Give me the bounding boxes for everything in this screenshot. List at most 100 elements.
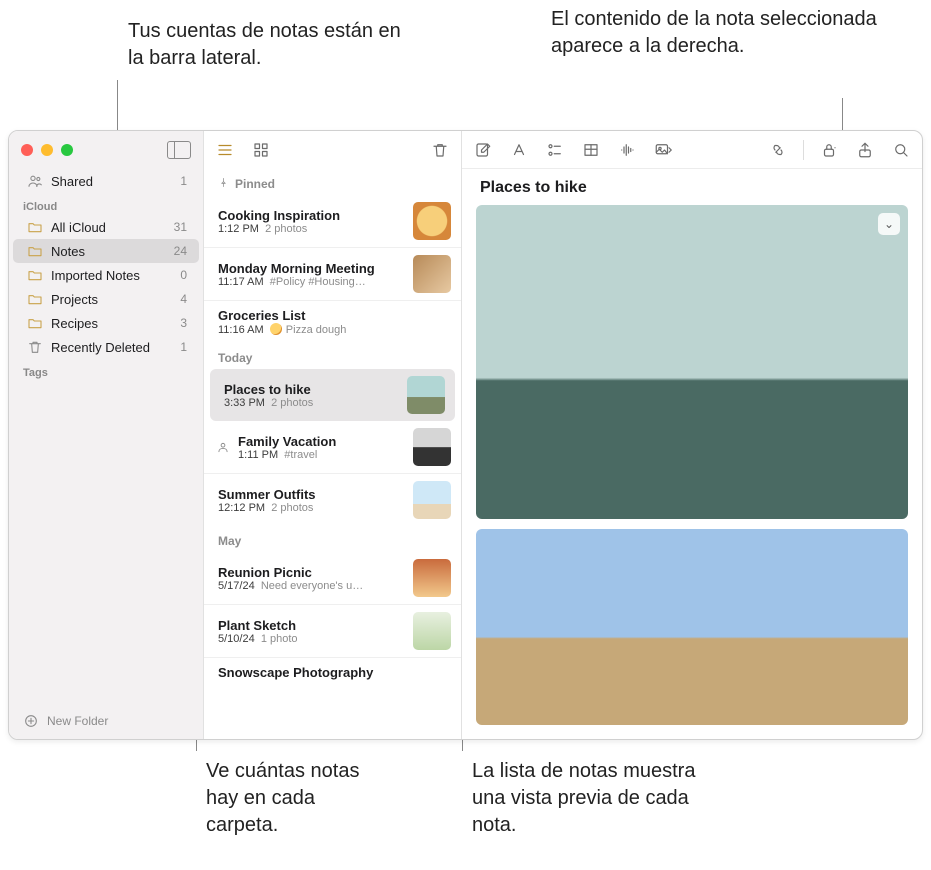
sidebar-section-tags: Tags [9,359,203,381]
close-button[interactable] [21,144,33,156]
note-subtitle: 11:16 AM Pizza dough [218,323,451,336]
note-thumbnail [413,255,451,293]
plus-circle-icon [23,713,39,729]
sidebar-item-recipes[interactable]: Recipes 3 [13,311,199,335]
window-controls [21,144,73,156]
list-view-button[interactable] [214,139,236,161]
note-row[interactable]: Groceries List 11:16 AM Pizza dough [204,301,461,343]
sidebar-shared[interactable]: Shared 1 [13,169,199,193]
sidebar-item-label: All iCloud [51,220,106,235]
new-folder-button[interactable]: New Folder [9,703,203,739]
folder-icon [27,219,43,235]
minimize-button[interactable] [41,144,53,156]
list-section-may: May [204,526,461,552]
note-thumbnail [413,559,451,597]
note-title: Places to hike [224,382,399,397]
note-thumbnail [413,428,451,466]
list-toolbar [204,131,461,169]
sidebar-item-count: 4 [180,292,187,306]
note-row[interactable]: Monday Morning Meeting 11:17 AM #Policy … [204,248,461,301]
list-section-today: Today [204,343,461,369]
content-toolbar [462,131,922,169]
sidebar-section-icloud: iCloud [9,193,203,215]
note-body[interactable]: ⌄ [462,205,922,739]
sidebar-item-label: Projects [51,292,98,307]
note-title: Monday Morning Meeting [218,261,405,276]
search-button[interactable] [890,139,912,161]
link-button[interactable] [767,139,789,161]
folder-icon [27,243,43,259]
sidebar-item-notes[interactable]: Notes 24 [13,239,199,263]
callout-preview: La lista de notas muestra una vista prev… [472,758,722,839]
lock-button[interactable] [818,139,840,161]
format-button[interactable] [508,139,530,161]
fullscreen-button[interactable] [61,144,73,156]
note-title: Family Vacation [238,434,405,449]
share-button[interactable] [854,139,876,161]
note-row[interactable]: Summer Outfits 12:12 PM 2 photos [204,474,461,526]
callout-content: El contenido de la nota seleccionada apa… [551,6,881,60]
note-subtitle: 1:11 PM #travel [238,449,405,461]
trash-icon [27,339,43,355]
note-subtitle: 3:33 PM 2 photos [224,397,399,409]
sidebar-item-label: Recipes [51,316,98,331]
sidebar-item-deleted[interactable]: Recently Deleted 1 [13,335,199,359]
sidebar: Shared 1 iCloud All iCloud 31 Notes 24 I… [9,131,204,739]
sidebar-item-projects[interactable]: Projects 4 [13,287,199,311]
sidebar-item-label: Notes [51,244,85,259]
note-content-column: Places to hike ⌄ [462,131,922,739]
sidebar-item-count: 31 [174,220,187,234]
note-row[interactable]: Snowscape Photography [204,658,461,687]
note-thumbnail [413,481,451,519]
note-row[interactable]: Places to hike 3:33 PM 2 photos [210,369,455,421]
pin-icon [218,177,229,191]
note-row[interactable]: Plant Sketch 5/10/24 1 photo [204,605,461,658]
shared-indicator-icon [216,440,230,454]
table-button[interactable] [580,139,602,161]
pizza-icon [270,323,282,335]
media-button[interactable] [652,139,674,161]
checklist-button[interactable] [544,139,566,161]
people-icon [27,173,43,189]
sidebar-item-count: 0 [180,268,187,282]
note-title: Cooking Inspiration [218,208,405,223]
note-subtitle: 5/17/24 Need everyone's u… [218,580,405,592]
notes-list-column: Pinned Cooking Inspiration 1:12 PM 2 pho… [204,131,462,739]
note-thumbnail [407,376,445,414]
sidebar-item-label: Imported Notes [51,268,140,283]
note-subtitle: 5/10/24 1 photo [218,633,405,645]
new-folder-label: New Folder [47,714,108,728]
sidebar-item-count: 1 [180,340,187,354]
list-section-label: May [218,534,241,548]
note-title: Groceries List [218,308,451,323]
note-photo[interactable]: ⌄ [476,205,908,519]
new-note-button[interactable] [472,139,494,161]
grid-view-button[interactable] [250,139,272,161]
delete-note-button[interactable] [429,139,451,161]
note-title: Snowscape Photography [218,665,451,680]
toolbar-separator [803,140,804,160]
sidebar-item-imported[interactable]: Imported Notes 0 [13,263,199,287]
note-title: Reunion Picnic [218,565,405,580]
note-content-title: Places to hike [462,169,922,205]
note-subtitle: 11:17 AM #Policy #Housing… [218,276,405,288]
note-row[interactable]: Family Vacation 1:11 PM #travel [204,421,461,474]
folder-icon [27,291,43,307]
sidebar-item-label: Recently Deleted [51,340,150,355]
note-row[interactable]: Reunion Picnic 5/17/24 Need everyone's u… [204,552,461,605]
note-row[interactable]: Cooking Inspiration 1:12 PM 2 photos [204,195,461,248]
photo-expand-button[interactable]: ⌄ [878,213,900,235]
toggle-sidebar-button[interactable] [167,141,191,159]
note-subtitle: 12:12 PM 2 photos [218,502,405,514]
note-photo[interactable] [476,529,908,725]
note-title: Summer Outfits [218,487,405,502]
audio-button[interactable] [616,139,638,161]
sidebar-shared-count: 1 [180,174,187,188]
notes-list[interactable]: Pinned Cooking Inspiration 1:12 PM 2 pho… [204,169,461,739]
folder-icon [27,267,43,283]
callout-accounts: Tus cuentas de notas están en la barra l… [128,18,408,72]
sidebar-item-count: 3 [180,316,187,330]
notes-app-window: Shared 1 iCloud All iCloud 31 Notes 24 I… [8,130,923,740]
list-section-pinned: Pinned [204,169,461,195]
sidebar-item-all-icloud[interactable]: All iCloud 31 [13,215,199,239]
